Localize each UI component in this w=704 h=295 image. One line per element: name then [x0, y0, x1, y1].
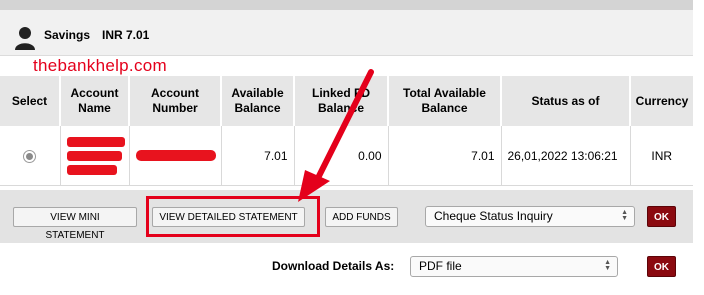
column-header-select: Select — [0, 76, 61, 126]
add-funds-button[interactable]: ADD FUNDS — [325, 207, 398, 227]
column-header-account-name: Account Name — [60, 76, 130, 126]
account-type-label: Savings — [44, 28, 91, 42]
account-summary-header: Savings INR 7.01 — [0, 10, 693, 56]
view-mini-statement-button[interactable]: VIEW MINI STATEMENT — [13, 207, 137, 241]
column-header-currency: Currency — [630, 76, 693, 126]
column-header-available-balance: Available Balance — [221, 76, 295, 126]
column-header-linked-fd-balance: Linked FD Balance — [294, 76, 389, 126]
account-name-cell — [60, 126, 130, 186]
column-header-status-as-of: Status as of — [501, 76, 631, 126]
linked-fd-balance-cell: 0.00 — [294, 126, 389, 186]
available-balance-cell: 7.01 — [221, 126, 295, 186]
top-bar — [0, 0, 693, 10]
radio-selected-icon[interactable] — [23, 149, 37, 163]
total-available-balance-cell: 7.01 — [388, 126, 502, 186]
select-spinner-icon: ▲ ▼ — [604, 259, 611, 272]
column-header-total-available-balance: Total Available Balance — [388, 76, 502, 126]
table-row: 7.01 0.00 7.01 26,01,2022 13:06:21 INR — [0, 126, 693, 186]
currency-cell: INR — [630, 126, 693, 186]
service-request-select-value: Cheque Status Inquiry — [434, 209, 553, 223]
account-number-cell — [129, 126, 222, 186]
annotation-highlight-box — [146, 196, 320, 237]
account-name-redaction — [66, 136, 125, 175]
account-number-redaction — [135, 150, 216, 161]
status-as-of-cell: 26,01,2022 13:06:21 — [501, 126, 631, 186]
accounts-table: Select Account Name Account Number Avail… — [0, 76, 693, 186]
download-ok-button[interactable]: OK — [647, 256, 676, 277]
table-header-row: Select Account Name Account Number Avail… — [0, 76, 693, 126]
account-balance-label: INR 7.01 — [102, 28, 150, 42]
select-cell — [0, 126, 61, 186]
download-format-select[interactable]: PDF file ▲ ▼ — [410, 256, 618, 277]
person-icon — [15, 27, 35, 50]
watermark-text: thebankhelp.com — [33, 56, 167, 75]
select-spinner-icon: ▲ ▼ — [621, 209, 628, 222]
service-request-select[interactable]: Cheque Status Inquiry ▲ ▼ — [425, 206, 635, 227]
service-ok-button[interactable]: OK — [647, 206, 676, 227]
download-format-select-value: PDF file — [419, 259, 462, 273]
download-format-label: Download Details As: — [272, 259, 395, 273]
column-header-account-number: Account Number — [129, 76, 222, 126]
